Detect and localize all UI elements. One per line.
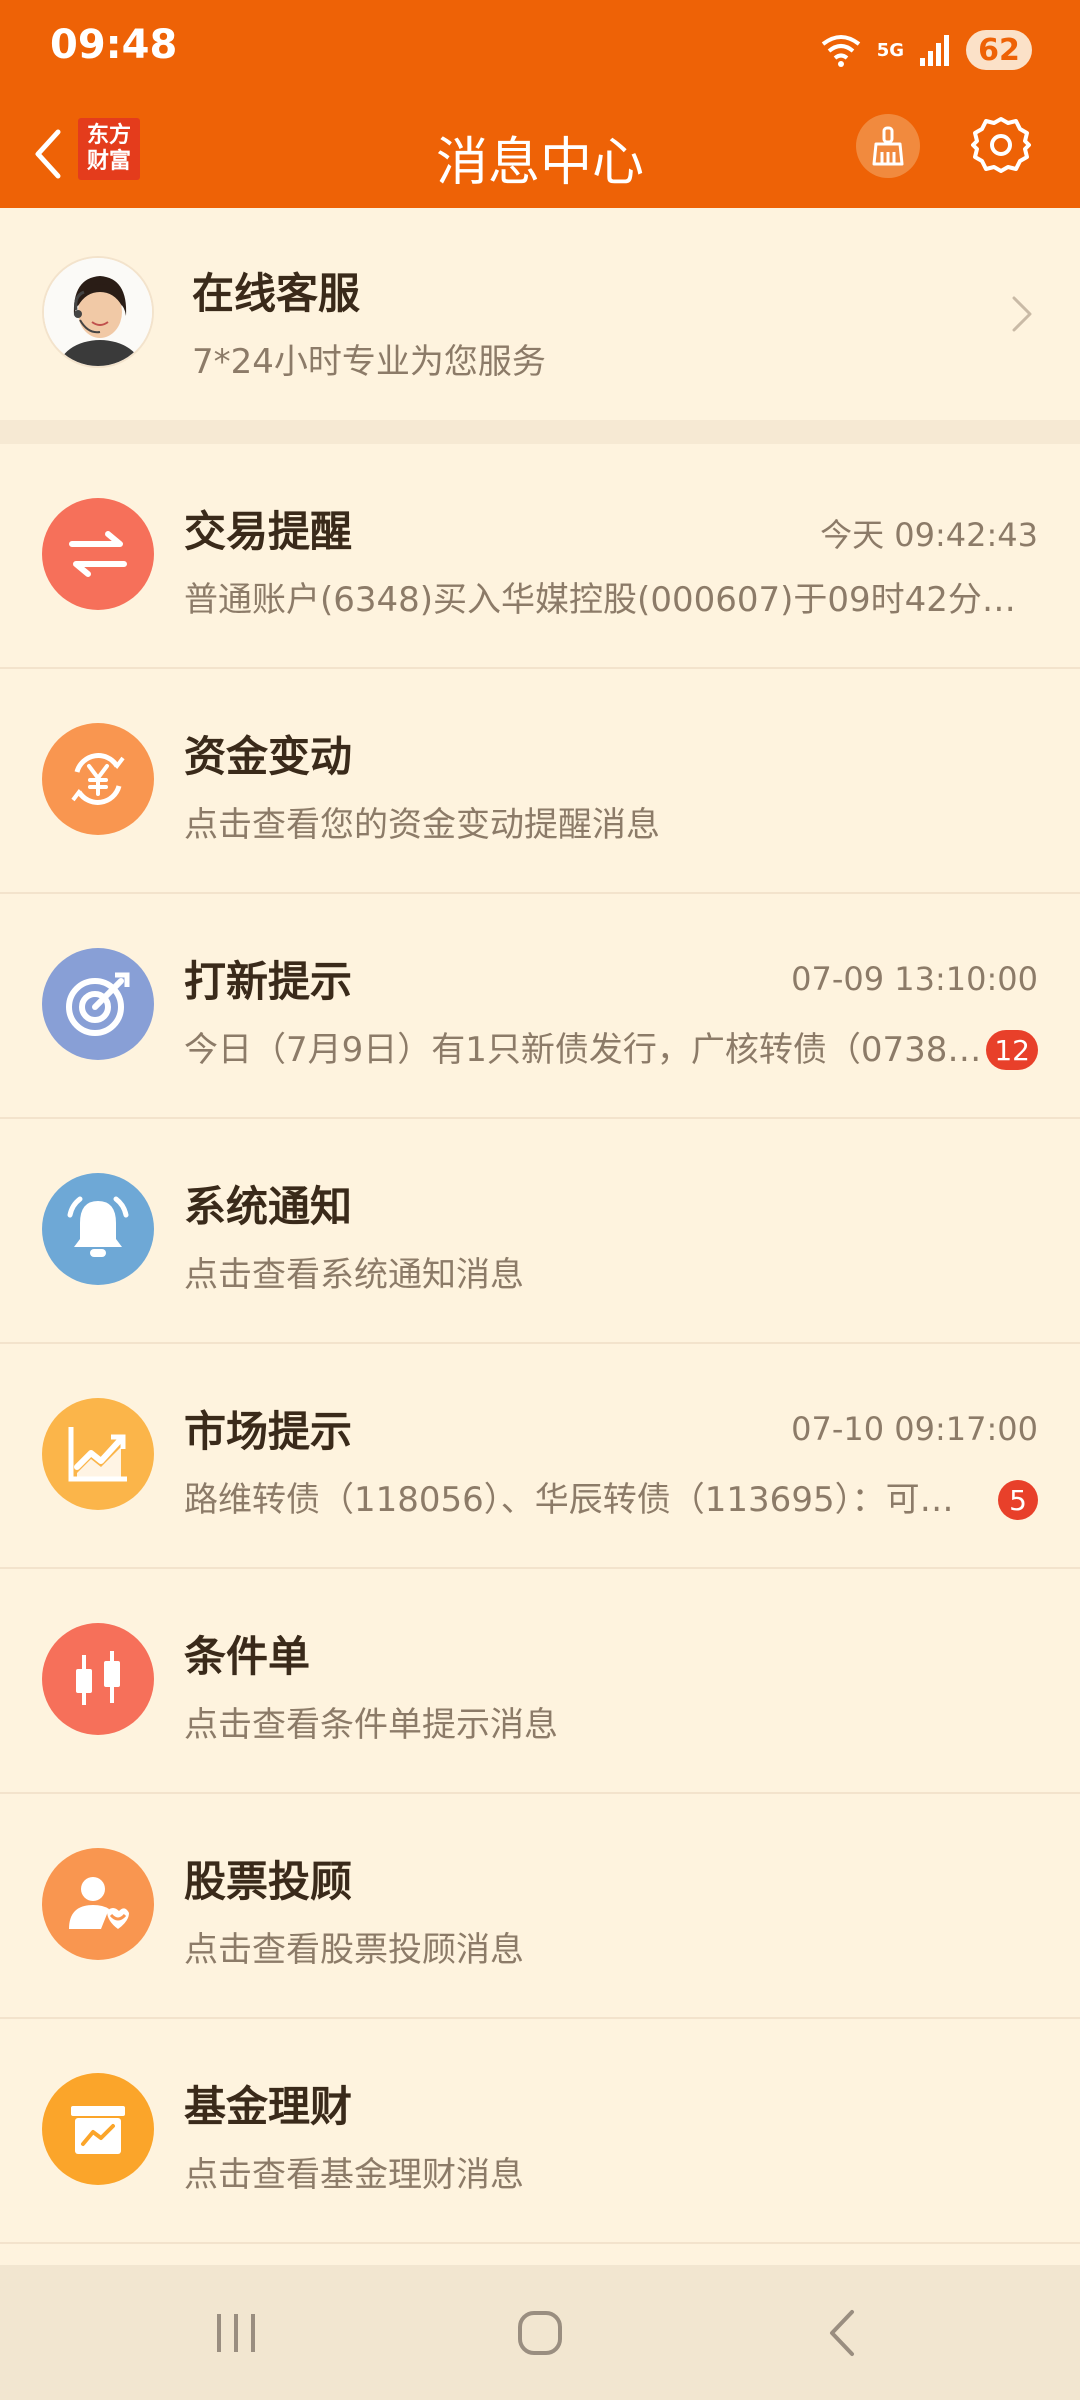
bell-icon [67, 1196, 129, 1257]
yuan-cycle-icon [71, 753, 125, 805]
service-subtitle: 7*24小时专业为您服务 [192, 342, 546, 382]
message-title: 市场提示 [184, 1407, 353, 1456]
message-preview: 路维转债（118056）、华辰转债（113695）：可转债提示 [184, 1480, 984, 1520]
message-time: 今天 09:42:43 [820, 516, 1038, 554]
app-header: 09:48 5G 62 东方 财富 消息中心 [0, 0, 1080, 208]
gear-icon [971, 117, 1031, 173]
fund-finance-icon-bg [42, 2073, 154, 2185]
message-row-market-alert[interactable]: 市场提示 07-10 09:17:00 路维转债（118056）、华辰转债（11… [0, 1344, 1080, 1569]
message-preview: 点击查看股票投顾消息 [184, 1930, 524, 1970]
message-time: 07-10 09:17:00 [791, 1410, 1038, 1448]
status-icons: 5G 62 [819, 28, 1032, 72]
system-back-button[interactable] [792, 2295, 892, 2371]
message-title: 交易提醒 [184, 507, 353, 556]
signal-icon [920, 35, 949, 66]
page-title: 消息中心 [435, 133, 644, 193]
message-preview: 点击查看您的资金变动提醒消息 [184, 805, 660, 845]
ipo-reminder-icon-bg [42, 948, 154, 1060]
clear-messages-button[interactable] [856, 114, 920, 178]
fund-box-icon [71, 2106, 125, 2154]
service-title: 在线客服 [192, 269, 361, 318]
trend-chart-icon [68, 1427, 127, 1482]
message-title: 条件单 [184, 1632, 311, 1681]
battery-indicator: 62 [966, 30, 1032, 70]
system-navigation-bar [0, 2265, 1080, 2400]
message-preview: 今日（7月9日）有1只新债发行，广核转债（073882） [184, 1030, 984, 1070]
unread-badge: 12 [986, 1030, 1038, 1070]
status-time: 09:48 [50, 22, 178, 68]
message-preview: 点击查看基金理财消息 [184, 2155, 524, 2195]
advisor-icon [69, 1877, 129, 1929]
message-title: 打新提示 [184, 957, 353, 1006]
chevron-right-icon [1012, 296, 1032, 332]
network-type-label: 5G [876, 39, 904, 61]
stock-advisor-icon-bg [42, 1848, 154, 1960]
home-icon [518, 2311, 562, 2355]
settings-button[interactable] [966, 110, 1036, 180]
candlestick-icon [76, 1651, 120, 1705]
recent-apps-icon [217, 2314, 255, 2352]
message-row-stock-advisor[interactable]: 股票投顾 点击查看股票投顾消息 [0, 1794, 1080, 2019]
trade-reminder-icon-bg [42, 498, 154, 610]
message-title: 基金理财 [184, 2082, 353, 2131]
nav-bar: 东方 财富 消息中心 [0, 100, 1080, 208]
fund-change-icon-bg [42, 723, 154, 835]
message-title: 系统通知 [184, 1182, 353, 1231]
exchange-arrows-icon [69, 531, 127, 577]
market-alert-icon-bg [42, 1398, 154, 1510]
message-time: 07-09 13:10:00 [791, 960, 1038, 998]
message-title: 资金变动 [184, 732, 353, 781]
message-row-system-notice[interactable]: 系统通知 点击查看系统通知消息 [0, 1119, 1080, 1344]
message-row-conditional-order[interactable]: 条件单 点击查看条件单提示消息 [0, 1569, 1080, 1794]
message-row-ipo-reminder[interactable]: 打新提示 07-09 13:10:00 今日（7月9日）有1只新债发行，广核转债… [0, 894, 1080, 1119]
back-triangle-icon [830, 2310, 854, 2356]
status-bar: 09:48 5G 62 [0, 0, 1080, 100]
message-row-fund-finance[interactable]: 基金理财 点击查看基金理财消息 [0, 2019, 1080, 2244]
message-row-fund-change[interactable]: 资金变动 点击查看您的资金变动提醒消息 [0, 669, 1080, 894]
online-service-entry[interactable]: 在线客服 7*24小时专业为您服务 [0, 208, 1080, 420]
wifi-icon [821, 35, 860, 67]
recent-apps-button[interactable] [186, 2295, 286, 2371]
unread-badge: 5 [998, 1480, 1038, 1520]
message-preview: 点击查看条件单提示消息 [184, 1705, 558, 1745]
customer-service-avatar [42, 256, 154, 368]
message-row-trade-reminder[interactable]: 交易提醒 今天 09:42:43 普通账户(6348)买入华媒控股(000607… [0, 444, 1080, 669]
message-preview: 点击查看系统通知消息 [184, 1255, 524, 1295]
agent-avatar-icon [44, 258, 152, 366]
message-title: 股票投顾 [184, 1857, 353, 1906]
home-button[interactable] [490, 2295, 590, 2371]
target-icon [66, 972, 130, 1036]
system-notice-icon-bg [42, 1173, 154, 1285]
conditional-order-icon-bg [42, 1623, 154, 1735]
section-divider [0, 420, 1080, 444]
broom-icon [872, 126, 904, 166]
message-preview: 普通账户(6348)买入华媒控股(000607)于09时42分成交 [184, 580, 1034, 620]
message-category-list: 交易提醒 今天 09:42:43 普通账户(6348)买入华媒控股(000607… [0, 444, 1080, 2244]
